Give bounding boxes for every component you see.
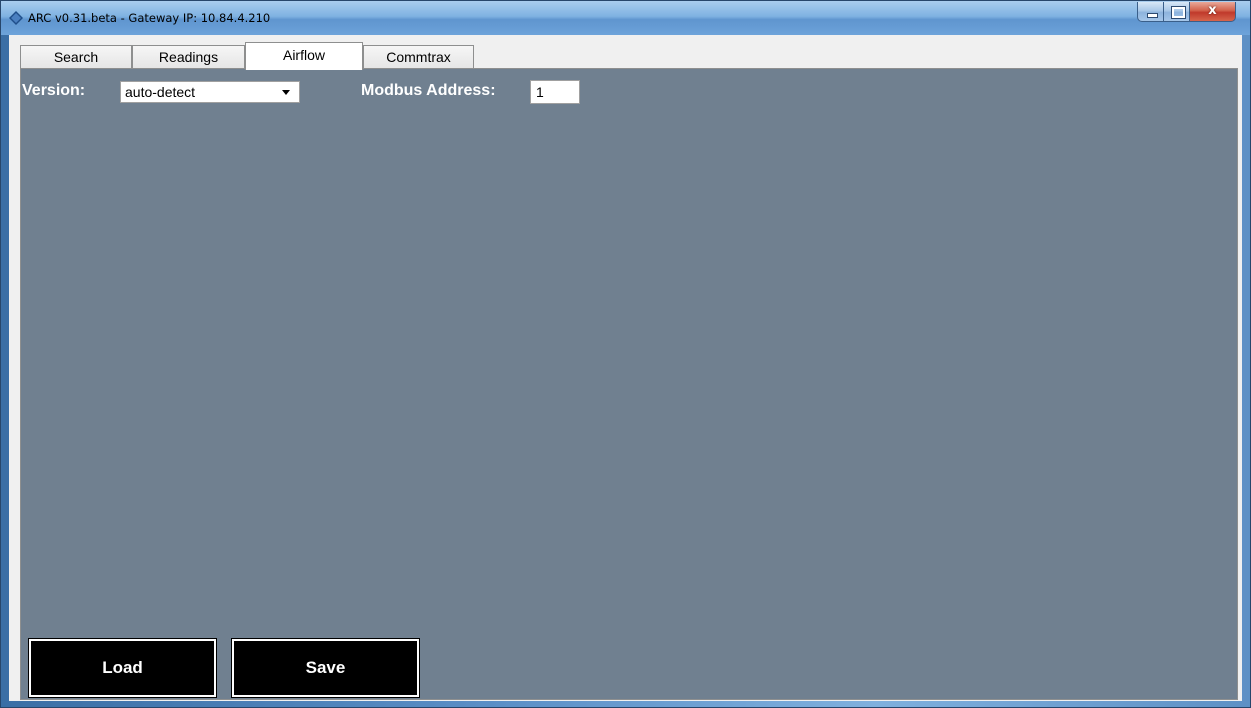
version-select[interactable]: auto-detect bbox=[120, 81, 300, 103]
minimize-icon bbox=[1147, 13, 1158, 18]
airflow-panel: Version: auto-detect Modbus Address: 1 L… bbox=[20, 68, 1238, 700]
tab-strip: Search Readings Airflow Commtrax bbox=[9, 35, 1242, 70]
app-window: ARC v0.31.beta - Gateway IP: 10.84.4.210… bbox=[0, 0, 1251, 708]
close-button[interactable]: x bbox=[1190, 2, 1236, 22]
modbus-address-label: Modbus Address: bbox=[361, 82, 496, 99]
load-button[interactable]: Load bbox=[28, 638, 217, 698]
maximize-button[interactable] bbox=[1164, 2, 1190, 22]
chevron-down-icon bbox=[282, 90, 290, 95]
version-select-value: auto-detect bbox=[125, 84, 196, 100]
close-icon: x bbox=[1208, 3, 1217, 18]
tab-airflow[interactable]: Airflow bbox=[245, 42, 363, 70]
modbus-address-input[interactable]: 1 bbox=[530, 80, 580, 104]
tab-readings[interactable]: Readings bbox=[132, 45, 245, 69]
tab-commtrax[interactable]: Commtrax bbox=[363, 45, 474, 69]
tab-search[interactable]: Search bbox=[20, 45, 132, 69]
version-label: Version: bbox=[22, 82, 86, 99]
minimize-button[interactable] bbox=[1137, 2, 1164, 22]
window-client-area: Search Readings Airflow Commtrax Version… bbox=[9, 35, 1242, 701]
window-title: ARC v0.31.beta - Gateway IP: 10.84.4.210 bbox=[28, 11, 271, 25]
save-button[interactable]: Save bbox=[231, 638, 420, 698]
title-bar[interactable]: ARC v0.31.beta - Gateway IP: 10.84.4.210… bbox=[1, 1, 1250, 35]
app-diamond-icon bbox=[9, 11, 23, 25]
window-controls: x bbox=[1137, 2, 1236, 24]
maximize-icon bbox=[1172, 7, 1185, 18]
